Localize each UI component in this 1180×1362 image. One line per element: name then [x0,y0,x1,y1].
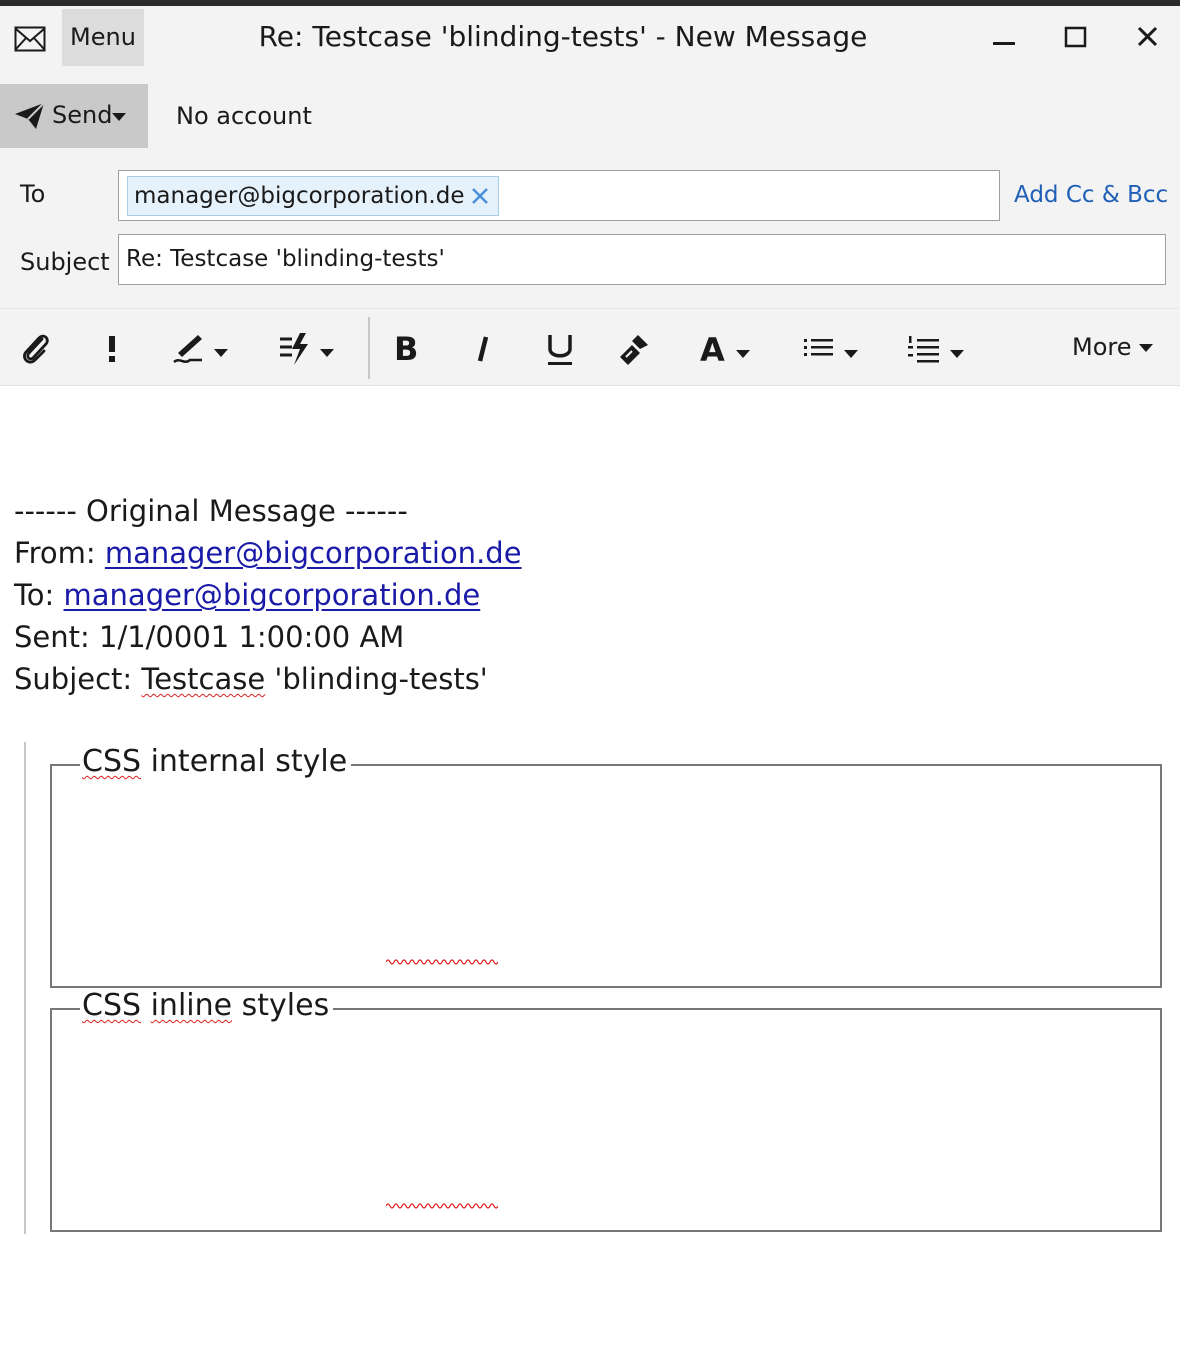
window-title: Re: Testcase 'blinding-tests' - New Mess… [258,20,868,53]
to-field[interactable]: manager@bigcorporation.de [118,170,1000,221]
fieldset-legend: CSS internal style [80,744,352,780]
paper-plane-icon [14,102,46,134]
remove-recipient-icon[interactable] [470,186,490,206]
send-bar: Send No account [0,76,1180,152]
bullet-list-icon [804,339,858,358]
subject-field[interactable]: Re: Testcase 'blinding-tests' [118,234,1166,285]
maximize-button[interactable] [1054,20,1098,60]
exclamation-icon [109,336,115,362]
format-painter-button[interactable] [618,327,654,369]
minimize-icon [993,42,1015,45]
subject-line-label: Subject: [14,662,142,696]
legend-inline-word: inline [150,988,233,1023]
italic-button[interactable] [470,327,498,369]
toolbar-separator [368,317,370,379]
quick-parts-button[interactable] [278,327,342,369]
underline-button[interactable] [544,327,576,369]
subject-label: Subject [20,248,110,276]
legend-rest: styles [232,988,330,1023]
paperclip-icon [23,334,49,364]
from-email-link[interactable]: manager@bigcorporation.de [105,536,522,570]
bold-button[interactable]: B [392,327,420,369]
title-bar: Menu Re: Testcase 'blinding-tests' - New… [0,6,1180,76]
more-button[interactable]: More [1072,333,1154,361]
attach-button[interactable] [20,327,52,369]
message-header: To manager@bigcorporation.de Add Cc & Bc… [0,152,1180,308]
legend-css-word: CSS [82,744,142,779]
fieldset-css-inline: CSS inline styles [50,988,1162,1232]
svg-text:B: B [394,330,418,368]
more-label: More [1072,333,1132,361]
signature-button[interactable] [172,327,236,369]
to-label: To [20,180,46,208]
bold-icon: B [394,330,418,368]
chevron-down-icon [112,113,126,121]
maximize-icon [1064,26,1087,48]
subject-value: Re: Testcase 'blinding-tests' [126,246,445,272]
font-icon: A [700,331,750,369]
chevron-down-icon [1139,344,1154,352]
bullet-list-button[interactable] [802,327,864,369]
underline-icon [548,335,572,365]
subject-rest: 'blinding-tests' [265,662,488,696]
legend-rest: internal style [141,744,348,779]
send-button[interactable]: Send [0,84,148,148]
original-message-header: ------ Original Message ------ From: man… [14,490,522,700]
message-body[interactable]: ------ Original Message ------ From: man… [0,386,1180,1362]
mail-icon [14,26,46,52]
original-message-separator: ------ Original Message ------ [14,494,408,528]
format-toolbar: B A More [0,308,1180,386]
menu-button[interactable]: Menu [62,9,144,66]
svg-text:A: A [700,331,725,369]
subject-word: Testcase [141,662,266,696]
signature-pen-icon [173,335,228,364]
close-button[interactable] [1126,20,1170,60]
to-line-label: To: [14,578,64,612]
numbered-list-button[interactable] [906,327,968,369]
recipient-email: manager@bigcorporation.de [134,183,465,209]
fieldset-css-internal: CSS internal style [50,744,1162,988]
from-label: From: [14,536,105,570]
add-cc-bcc-link[interactable]: Add Cc & Bcc [1014,182,1168,208]
font-button[interactable]: A [698,327,758,369]
send-label: Send [52,101,113,129]
spellcheck-squiggle [386,1203,498,1209]
minimize-button[interactable] [982,20,1026,60]
legend-css-word: CSS [82,988,142,1023]
close-icon [1137,26,1158,47]
spellcheck-squiggle [386,959,498,965]
numbered-list-icon [908,336,964,363]
paintbrush-icon [620,335,648,365]
account-selector[interactable]: No account [176,102,312,130]
from-line: From: manager@bigcorporation.de [14,532,522,574]
italic-icon [477,336,489,362]
sent-line: Sent: 1/1/0001 1:00:00 AM [14,620,405,654]
subject-line: Subject: Testcase 'blinding-tests' [14,658,522,700]
to-email-link[interactable]: manager@bigcorporation.de [64,578,481,612]
quick-text-icon [280,333,334,365]
fieldset-legend: CSS inline styles [80,988,334,1024]
quote-bar [24,742,26,1234]
recipient-chip[interactable]: manager@bigcorporation.de [127,176,500,216]
to-line: To: manager@bigcorporation.de [14,574,522,616]
importance-button[interactable] [100,327,124,369]
